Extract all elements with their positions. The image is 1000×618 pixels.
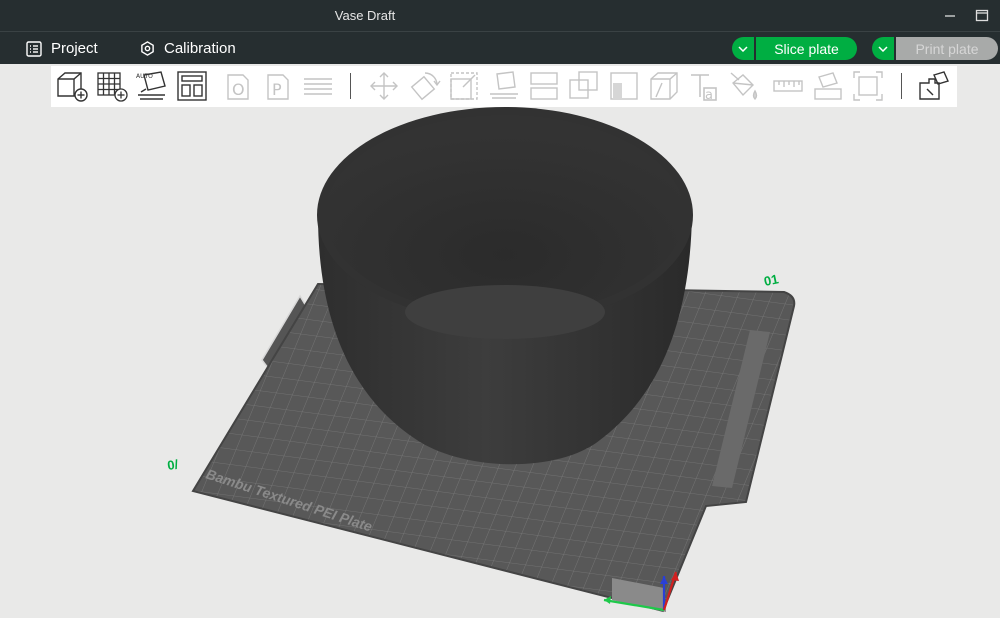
svg-text:O: O — [232, 80, 245, 99]
lay-on-face-icon[interactable] — [487, 69, 521, 103]
svg-text:AUTO: AUTO — [136, 73, 153, 80]
move-icon[interactable] — [367, 69, 401, 103]
project-label: Project — [51, 40, 98, 57]
project-tab[interactable]: Project — [26, 32, 98, 65]
window-title: Vase Draft — [334, 8, 396, 23]
variable-layer-icon[interactable] — [917, 69, 951, 103]
calibration-tab[interactable]: Calibration — [140, 32, 236, 65]
main-toolbar: AUTO O P a — [51, 66, 957, 107]
add-plate-icon[interactable] — [95, 69, 129, 103]
boolean-icon[interactable] — [567, 69, 601, 103]
maximize-icon[interactable] — [972, 6, 992, 26]
menu-bar: Project Calibration Slice plate Print pl… — [0, 31, 1000, 64]
3d-viewport[interactable]: Bambu Textured PEI Plate 01 0/ — [0, 107, 1000, 618]
slice-plate-button[interactable]: Slice plate — [756, 37, 857, 60]
print-plate-button[interactable]: Print plate — [896, 37, 998, 60]
emboss-text-icon[interactable]: a — [687, 69, 721, 103]
assembly-icon[interactable] — [811, 69, 845, 103]
plate-corner-label: 01 — [763, 271, 780, 289]
toolbar-divider — [901, 73, 902, 99]
rotate-icon[interactable] — [407, 69, 441, 103]
print-plate-group: Print plate — [872, 37, 998, 60]
toolbar-divider — [350, 73, 351, 99]
layers-icon[interactable] — [301, 69, 335, 103]
scale-icon[interactable] — [447, 69, 481, 103]
title-bar: Vase Draft — [0, 0, 1000, 31]
chevron-down-icon — [878, 45, 888, 52]
split-parts-icon[interactable]: P — [263, 69, 297, 103]
minimize-icon[interactable] — [940, 6, 960, 26]
slice-plate-group: Slice plate — [732, 37, 857, 60]
arrange-icon[interactable] — [175, 69, 209, 103]
cut-icon[interactable] — [527, 69, 561, 103]
auto-orient-icon[interactable]: AUTO — [135, 69, 169, 103]
print-dropdown-button[interactable] — [872, 37, 894, 60]
slice-dropdown-button[interactable] — [732, 37, 754, 60]
fit-view-icon[interactable] — [851, 69, 885, 103]
project-icon — [26, 40, 42, 57]
plate-index-label: 0/ — [166, 457, 179, 473]
add-object-icon[interactable] — [55, 69, 89, 103]
calibration-label: Calibration — [164, 40, 236, 57]
measure-icon[interactable] — [771, 69, 805, 103]
color-paint-icon[interactable] — [727, 69, 761, 103]
seam-paint-icon[interactable] — [647, 69, 681, 103]
svg-text:P: P — [272, 80, 282, 99]
split-objects-icon[interactable]: O — [223, 69, 257, 103]
chevron-down-icon — [738, 45, 748, 52]
calibration-icon — [141, 41, 154, 56]
support-paint-icon[interactable] — [607, 69, 641, 103]
